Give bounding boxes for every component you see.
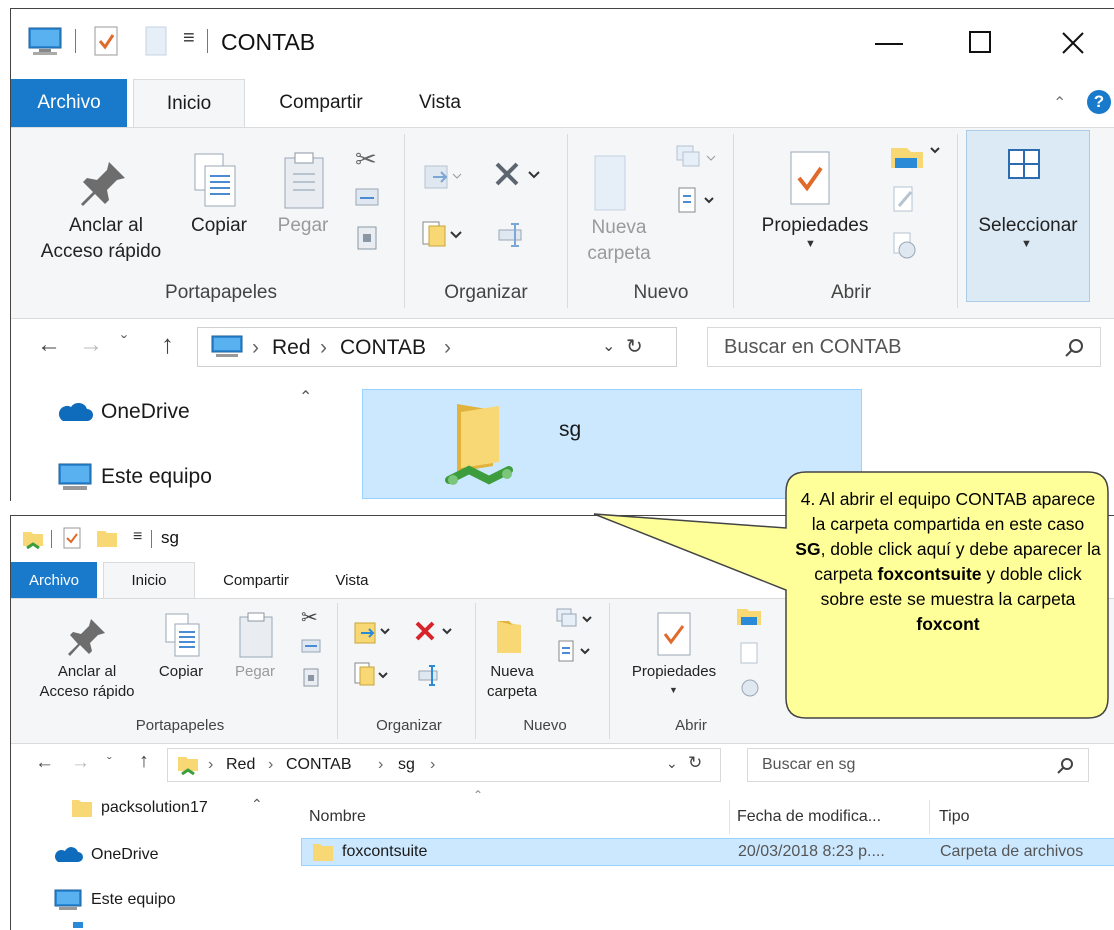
callout-bold-foxcontsuite: foxcontsuite — [877, 564, 982, 584]
callout-shape — [593, 471, 1109, 719]
callout-text-1: 4. Al abrir el equipo CONTAB aparece la … — [800, 489, 1096, 534]
callout-text: 4. Al abrir el equipo CONTAB aparece la … — [795, 487, 1101, 637]
callout-bold-sg: SG — [795, 539, 821, 559]
callout-bold-foxcont: foxcont — [916, 614, 980, 634]
